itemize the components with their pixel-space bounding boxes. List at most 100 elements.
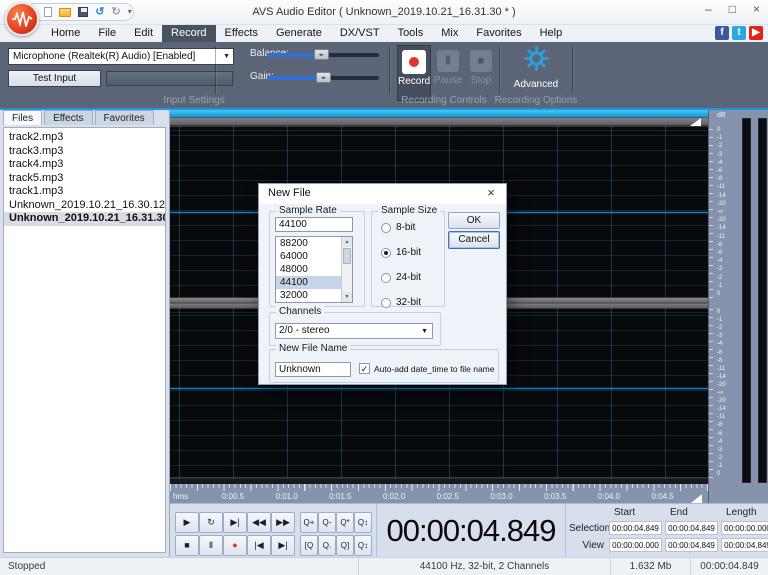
time-value-cell: 00:00:00.000: [609, 538, 662, 552]
dialog-close-icon[interactable]: ×: [476, 184, 506, 204]
radio-icon[interactable]: [381, 223, 391, 233]
record-button[interactable]: Record: [397, 45, 431, 101]
zoom-out-button[interactable]: Q-: [318, 512, 336, 533]
input-device-select[interactable]: Microphone (Realtek(R) Audio) [Enabled] …: [8, 48, 234, 65]
file-item[interactable]: Unknown_2019.10.21_16.30.12 *: [4, 199, 165, 213]
channels-select[interactable]: 2/0 - stereo ▼: [275, 323, 433, 339]
repeat-button[interactable]: ↻: [199, 512, 223, 533]
pause-button[interactable]: Ⅱ: [199, 535, 223, 556]
stop-button[interactable]: ■: [175, 535, 199, 556]
play-button[interactable]: ▶: [175, 512, 199, 533]
youtube-icon[interactable]: ▶: [749, 26, 763, 40]
scroll-down-icon[interactable]: ▼: [342, 292, 352, 302]
play-to-end-button[interactable]: ▶|: [223, 512, 247, 533]
close-button[interactable]: ×: [753, 2, 760, 16]
cancel-button[interactable]: Cancel: [448, 231, 500, 249]
vertical-zoom-out-button[interactable]: Q↕: [354, 535, 372, 556]
menu-tab-favorites[interactable]: Favorites: [467, 25, 530, 42]
zoom-selection-start-button[interactable]: [Q: [300, 535, 318, 556]
db-scale-label: -8: [717, 422, 722, 428]
go-to-start-button[interactable]: |◀: [247, 535, 271, 556]
test-input-button[interactable]: Test Input: [8, 70, 101, 87]
zoom-100-button[interactable]: Q*: [336, 512, 354, 533]
selection-header-end: End: [665, 507, 718, 518]
minimize-button[interactable]: –: [705, 2, 712, 16]
rewind-button[interactable]: ◀◀: [247, 512, 271, 533]
scrollbar-thumb[interactable]: [343, 248, 351, 264]
zoom-full-button[interactable]: Q.: [318, 535, 336, 556]
file-item[interactable]: Unknown_2019.10.21_16.31.30 *: [4, 212, 165, 226]
record-button[interactable]: ●: [223, 535, 247, 556]
sidebar-tab-favorites[interactable]: Favorites: [95, 110, 154, 125]
status-state: Stopped: [0, 561, 358, 572]
radio-icon[interactable]: [381, 248, 391, 258]
db-scale-label: -20: [717, 398, 726, 404]
db-scale-label: -8: [717, 358, 722, 364]
sample-rate-scrollbar[interactable]: ▲ ▼: [341, 237, 352, 302]
undo-icon[interactable]: ↺: [95, 6, 104, 18]
radio-icon[interactable]: [381, 298, 391, 308]
menu-tab-generate[interactable]: Generate: [267, 25, 331, 42]
sample-size-group: Sample Size 8-bit16-bit24-bit32-bit: [371, 211, 445, 307]
menu-tab-dx-vst[interactable]: DX/VST: [331, 25, 389, 42]
time-ruler[interactable]: hms 0:00.50:01.00:01.50:02.00:02.50:03.0…: [170, 484, 708, 503]
selection-header-length: Length: [721, 507, 768, 518]
sample-size-option-8-bit[interactable]: 8-bit: [381, 222, 415, 233]
sample-rate-list[interactable]: 8820064000480004410032000 ▲ ▼: [275, 236, 353, 303]
sample-rate-option[interactable]: 32000: [276, 289, 341, 302]
vertical-zoom-in-button[interactable]: Q↕: [354, 512, 372, 533]
menu-tab-home[interactable]: Home: [42, 25, 89, 42]
stop-button[interactable]: ■ Stop: [466, 45, 496, 86]
sidebar-tab-effects[interactable]: Effects: [44, 110, 92, 125]
menu-tab-effects[interactable]: Effects: [216, 25, 267, 42]
gain-slider-thumb[interactable]: ◂▸: [316, 72, 331, 83]
menu-tab-file[interactable]: File: [89, 25, 125, 42]
menu-tab-mix[interactable]: Mix: [432, 25, 467, 42]
sidebar-tab-files[interactable]: Files: [3, 110, 42, 125]
sample-rate-option[interactable]: 48000: [276, 263, 341, 276]
record-icon: [402, 50, 426, 74]
pause-button[interactable]: Ⅱ Pause: [433, 45, 463, 86]
open-folder-icon[interactable]: [59, 8, 71, 17]
waveform-scroll-strip[interactable]: [170, 118, 708, 126]
sample-rate-input[interactable]: 44100: [275, 217, 353, 232]
menu-tab-record[interactable]: Record: [162, 25, 215, 42]
overview-scroll-bar[interactable]: [170, 110, 708, 118]
ok-button[interactable]: OK: [448, 212, 500, 229]
zoom-in-button[interactable]: Q+: [300, 512, 318, 533]
menu-tab-help[interactable]: Help: [531, 25, 572, 42]
zoom-selection-end-button[interactable]: Q]: [336, 535, 354, 556]
file-item[interactable]: track1.mp3: [4, 185, 165, 199]
balance-slider[interactable]: ◂▸: [267, 53, 379, 57]
menu-tab-tools[interactable]: Tools: [389, 25, 433, 42]
redo-icon[interactable]: ↻: [111, 6, 120, 18]
scroll-up-icon[interactable]: ▲: [342, 237, 352, 247]
gain-slider[interactable]: ◂▸: [267, 76, 379, 80]
sample-rate-option[interactable]: 88200: [276, 237, 341, 250]
sample-size-option-32-bit[interactable]: 32-bit: [381, 297, 421, 308]
go-to-end-button[interactable]: ▶|: [271, 535, 295, 556]
twitter-icon[interactable]: t: [732, 26, 746, 40]
radio-icon[interactable]: [381, 273, 391, 283]
file-item[interactable]: track3.mp3: [4, 145, 165, 159]
sample-size-option-16-bit[interactable]: 16-bit: [381, 247, 421, 258]
new-document-icon[interactable]: [44, 7, 52, 17]
save-icon[interactable]: [78, 7, 88, 17]
sample-size-option-24-bit[interactable]: 24-bit: [381, 272, 421, 283]
menu-tab-edit[interactable]: Edit: [125, 25, 162, 42]
file-name-input[interactable]: Unknown: [275, 362, 351, 377]
balance-slider-thumb[interactable]: ◂▸: [314, 49, 329, 60]
sample-rate-option[interactable]: 44100: [276, 276, 341, 289]
auto-add-datetime-checkbox[interactable]: ✓: [359, 363, 370, 374]
file-item[interactable]: track4.mp3: [4, 158, 165, 172]
quick-access-menu-icon[interactable]: ▾: [128, 6, 132, 18]
time-display: 00:00:04.849: [377, 504, 565, 558]
time-value-cell: 00:00:04.849: [665, 521, 718, 535]
advanced-button[interactable]: Advanced: [505, 45, 567, 90]
sample-rate-option[interactable]: 64000: [276, 250, 341, 263]
file-item[interactable]: track2.mp3: [4, 131, 165, 145]
facebook-icon[interactable]: f: [715, 26, 729, 40]
file-item[interactable]: track5.mp3: [4, 172, 165, 186]
maximize-button[interactable]: □: [729, 2, 736, 16]
fast-forward-button[interactable]: ▶▶: [271, 512, 295, 533]
